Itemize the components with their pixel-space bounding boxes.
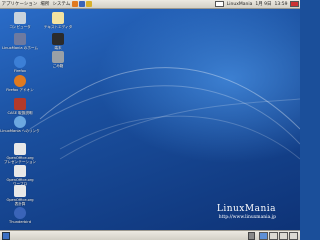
thunderbird-icon (14, 207, 26, 219)
desktop[interactable]: コンピュータ LinuxMania のホーム Firefox Firefox ア… (0, 9, 300, 231)
clock[interactable]: 13:59 (273, 2, 289, 7)
desktop-icon-calc[interactable]: OpenOffice.org 表計算 (0, 185, 40, 206)
desktop-icon-firefox[interactable]: Firefox (0, 56, 40, 73)
brand-url: http://www.linuxmania.jp (218, 215, 276, 220)
show-desktop-icon[interactable] (2, 231, 10, 240)
desktop-icon-trash[interactable]: ごみ箱 (38, 51, 78, 68)
desktop-icon-case[interactable]: CASE 取扱説明 (0, 98, 40, 115)
help-launcher-icon[interactable] (86, 1, 93, 7)
top-panel: アプリケーション 場所 システム LinuxMania 1月 9日 13:59 (0, 0, 300, 9)
desktop-icon-computer[interactable]: コンピュータ (0, 12, 40, 29)
firefox-icon (14, 75, 26, 87)
link-icon (14, 116, 26, 128)
user-status[interactable]: LinuxMania (225, 2, 254, 7)
writer-icon (14, 165, 26, 177)
computer-icon (14, 12, 26, 24)
workspace-3[interactable] (279, 231, 288, 240)
firefox-launcher-icon[interactable] (72, 1, 79, 7)
bottom-panel (0, 230, 300, 240)
desktop-icon-text-editor[interactable]: テキストエディタ (38, 12, 78, 29)
presentation-icon (14, 143, 26, 155)
text-editor-icon (52, 12, 64, 24)
home-icon (14, 33, 26, 45)
brand-name: LinuxMania (216, 204, 276, 214)
workspace-2[interactable] (269, 231, 278, 240)
desktop-icon-writer[interactable]: OpenOffice.org ワープロ (0, 165, 40, 186)
panel-trash-icon[interactable] (248, 231, 255, 240)
network-icon[interactable] (215, 1, 225, 7)
desktop-icon-impress[interactable]: OpenOffice.org プレゼンテーション (0, 143, 40, 164)
document-icon (14, 98, 26, 110)
power-icon[interactable] (290, 1, 299, 7)
applications-menu[interactable]: アプリケーション (0, 1, 39, 7)
panel-right-area: LinuxMania 1月 9日 13:59 (214, 1, 300, 7)
workspace-1[interactable] (259, 231, 268, 240)
system-menu[interactable]: システム (51, 1, 72, 7)
desktop-icon-terminal[interactable]: 端末 (38, 33, 78, 50)
desktop-icon-firefox-addon[interactable]: Firefox アドオン (0, 75, 40, 92)
workspace-switcher[interactable] (258, 231, 298, 240)
desktop-icon-linuxmania-link[interactable]: LinuxMania へのリンク (0, 116, 40, 133)
trash-icon (52, 51, 64, 63)
spreadsheet-icon (14, 185, 26, 197)
date: 1月 9日 (255, 2, 272, 7)
linuxmania-branding: LinuxMania http://www.linuxmania.jp (217, 204, 276, 220)
workspace-4[interactable] (289, 231, 298, 240)
mail-launcher-icon[interactable] (79, 1, 86, 7)
globe-icon (14, 56, 26, 68)
terminal-icon (52, 33, 64, 45)
desktop-icon-home[interactable]: LinuxMania のホーム (0, 33, 40, 50)
places-menu[interactable]: 場所 (39, 1, 51, 7)
desktop-icon-thunderbird[interactable]: Thunderbird (0, 207, 40, 224)
